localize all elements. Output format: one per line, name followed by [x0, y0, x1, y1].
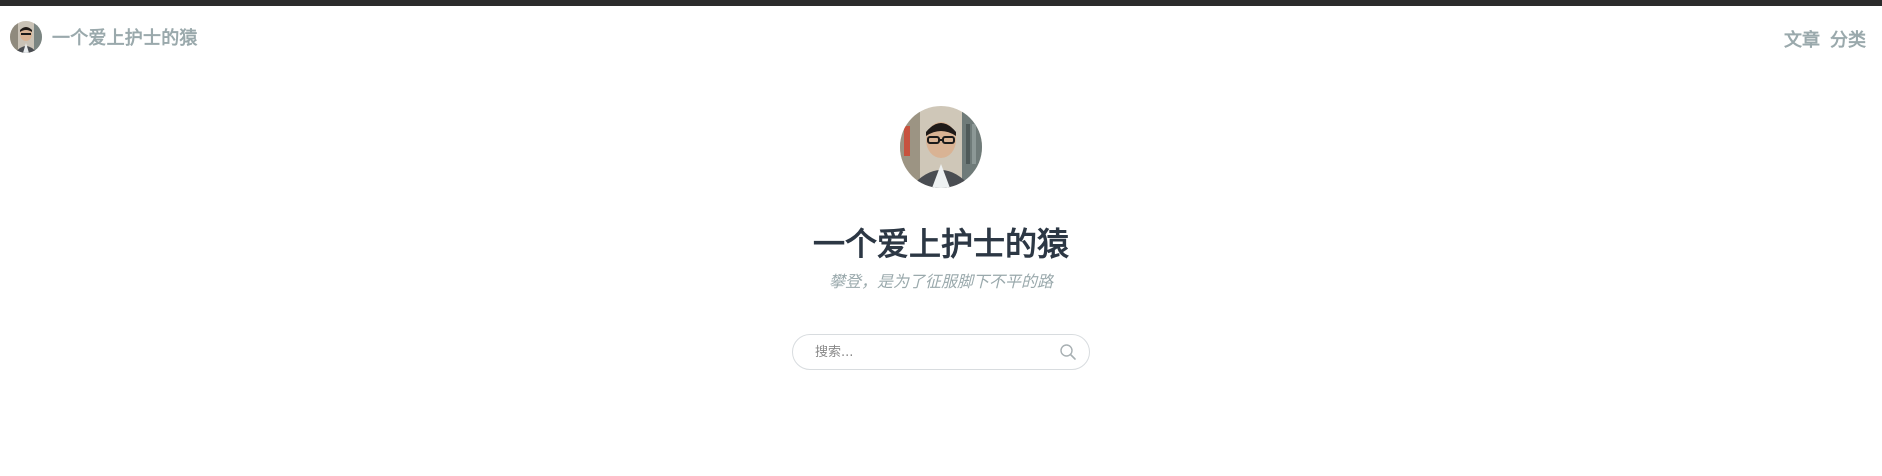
search-box	[792, 334, 1090, 370]
header-avatar	[10, 21, 42, 53]
search-input[interactable]	[815, 335, 1045, 369]
nav-item-categories[interactable]: 分类	[1830, 26, 1866, 52]
hero-section: 一个爱上护士的猿 攀登，是为了征服脚下不平的路	[0, 106, 1882, 370]
brand-home-link[interactable]: 一个爱上护士的猿	[10, 21, 198, 53]
nav-item-articles[interactable]: 文章	[1784, 26, 1820, 52]
brand-name: 一个爱上护士的猿	[52, 28, 198, 49]
search-icon[interactable]	[1059, 343, 1077, 361]
main-nav: 文章 分类	[1784, 26, 1866, 52]
site-header: 一个爱上护士的猿 文章 分类	[0, 6, 1882, 70]
profile-avatar	[900, 106, 982, 188]
site-subtitle: 攀登，是为了征服脚下不平的路	[828, 272, 1053, 291]
site-title: 一个爱上护士的猿	[812, 225, 1069, 263]
